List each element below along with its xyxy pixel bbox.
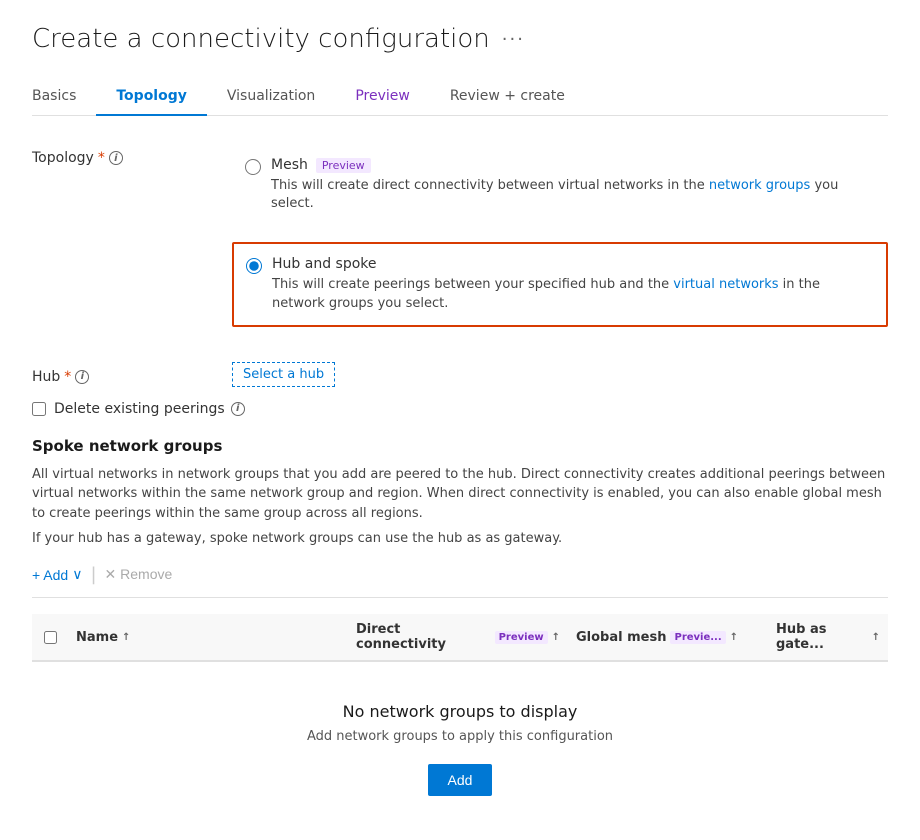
content-area: Topology * i Mesh Preview This will crea…	[32, 144, 888, 816]
page-title: Create a connectivity configuration	[32, 24, 490, 54]
hub-field: Hub * i Select a hub	[32, 363, 888, 385]
empty-state-description: Add network groups to apply this configu…	[32, 729, 888, 744]
hub-select-area: Select a hub	[232, 366, 888, 382]
tab-topology[interactable]: Topology	[96, 78, 207, 116]
tab-visualization[interactable]: Visualization	[207, 78, 335, 116]
more-options-icon[interactable]: ···	[502, 29, 525, 50]
delete-peerings-label: Delete existing peerings i	[54, 401, 245, 417]
th-name: Name ↑	[68, 622, 348, 652]
topology-mesh-option: Mesh Preview This will create direct con…	[232, 144, 888, 226]
topology-options: Mesh Preview This will create direct con…	[232, 144, 888, 343]
spoke-section-desc1: All virtual networks in network groups t…	[32, 465, 888, 524]
global-mesh-preview-badge: Previe...	[670, 631, 725, 644]
hub-required: *	[64, 369, 71, 385]
name-sort-icon[interactable]: ↑	[122, 632, 130, 643]
hub-spoke-title: Hub and spoke	[272, 256, 874, 272]
empty-state-add-button[interactable]: Add	[428, 764, 493, 796]
hub-label: Hub * i	[32, 363, 232, 385]
select-hub-link[interactable]: Select a hub	[232, 362, 335, 387]
global-mesh-sort-icon[interactable]: ↑	[730, 632, 738, 643]
remove-button[interactable]: ✕ Remove	[105, 562, 173, 587]
add-chevron-icon: ∨	[72, 566, 82, 583]
spoke-network-groups-section: Spoke network groups All virtual network…	[32, 437, 888, 817]
toolbar-separator: |	[90, 564, 96, 585]
th-hub-as-gate: Hub as gate... ↑	[768, 622, 888, 652]
topology-required: *	[98, 150, 105, 166]
th-select	[32, 622, 68, 652]
delete-peerings-checkbox[interactable]	[32, 402, 46, 416]
topology-hub-spoke-radio[interactable]	[246, 258, 262, 274]
delete-peerings-row: Delete existing peerings i	[32, 401, 888, 417]
mesh-description: This will create direct connectivity bet…	[271, 177, 875, 213]
tab-basics[interactable]: Basics	[32, 78, 96, 116]
select-all-checkbox[interactable]	[44, 631, 57, 644]
tab-preview[interactable]: Preview	[335, 78, 430, 116]
mesh-label-group: Mesh Preview This will create direct con…	[271, 157, 875, 213]
topology-info-icon[interactable]: i	[109, 151, 123, 165]
th-direct-connectivity: Direct connectivity Preview ↑	[348, 622, 568, 652]
direct-connectivity-sort-icon[interactable]: ↑	[552, 632, 560, 643]
hub-spoke-description: This will create peerings between your s…	[272, 276, 874, 312]
mesh-title: Mesh Preview	[271, 157, 875, 173]
spoke-toolbar: + Add ∨ | ✕ Remove	[32, 562, 888, 598]
add-button[interactable]: + Add ∨	[32, 562, 82, 587]
table-header: Name ↑ Direct connectivity Preview ↑ Glo…	[32, 614, 888, 662]
mesh-preview-badge: Preview	[316, 158, 371, 173]
tab-review-create[interactable]: Review + create	[430, 78, 585, 116]
topology-mesh-radio[interactable]	[245, 159, 261, 175]
page-header: Create a connectivity configuration ···	[32, 24, 888, 54]
tab-bar: Basics Topology Visualization Preview Re…	[32, 78, 888, 116]
hub-info-icon[interactable]: i	[75, 370, 89, 384]
spoke-section-title: Spoke network groups	[32, 437, 888, 455]
direct-connectivity-preview-badge: Preview	[495, 631, 548, 644]
delete-peerings-info-icon[interactable]: i	[231, 402, 245, 416]
spoke-section-desc2: If your hub has a gateway, spoke network…	[32, 531, 888, 546]
hub-spoke-label-group: Hub and spoke This will create peerings …	[272, 256, 874, 312]
empty-state: No network groups to display Add network…	[32, 662, 888, 816]
empty-state-title: No network groups to display	[32, 702, 888, 721]
topology-hub-spoke-option: Hub and spoke This will create peerings …	[232, 242, 888, 326]
th-global-mesh: Global mesh Previe... ↑	[568, 622, 768, 652]
hub-as-gate-sort-icon[interactable]: ↑	[872, 632, 880, 643]
topology-field: Topology * i Mesh Preview This will crea…	[32, 144, 888, 343]
topology-label: Topology * i	[32, 144, 232, 166]
